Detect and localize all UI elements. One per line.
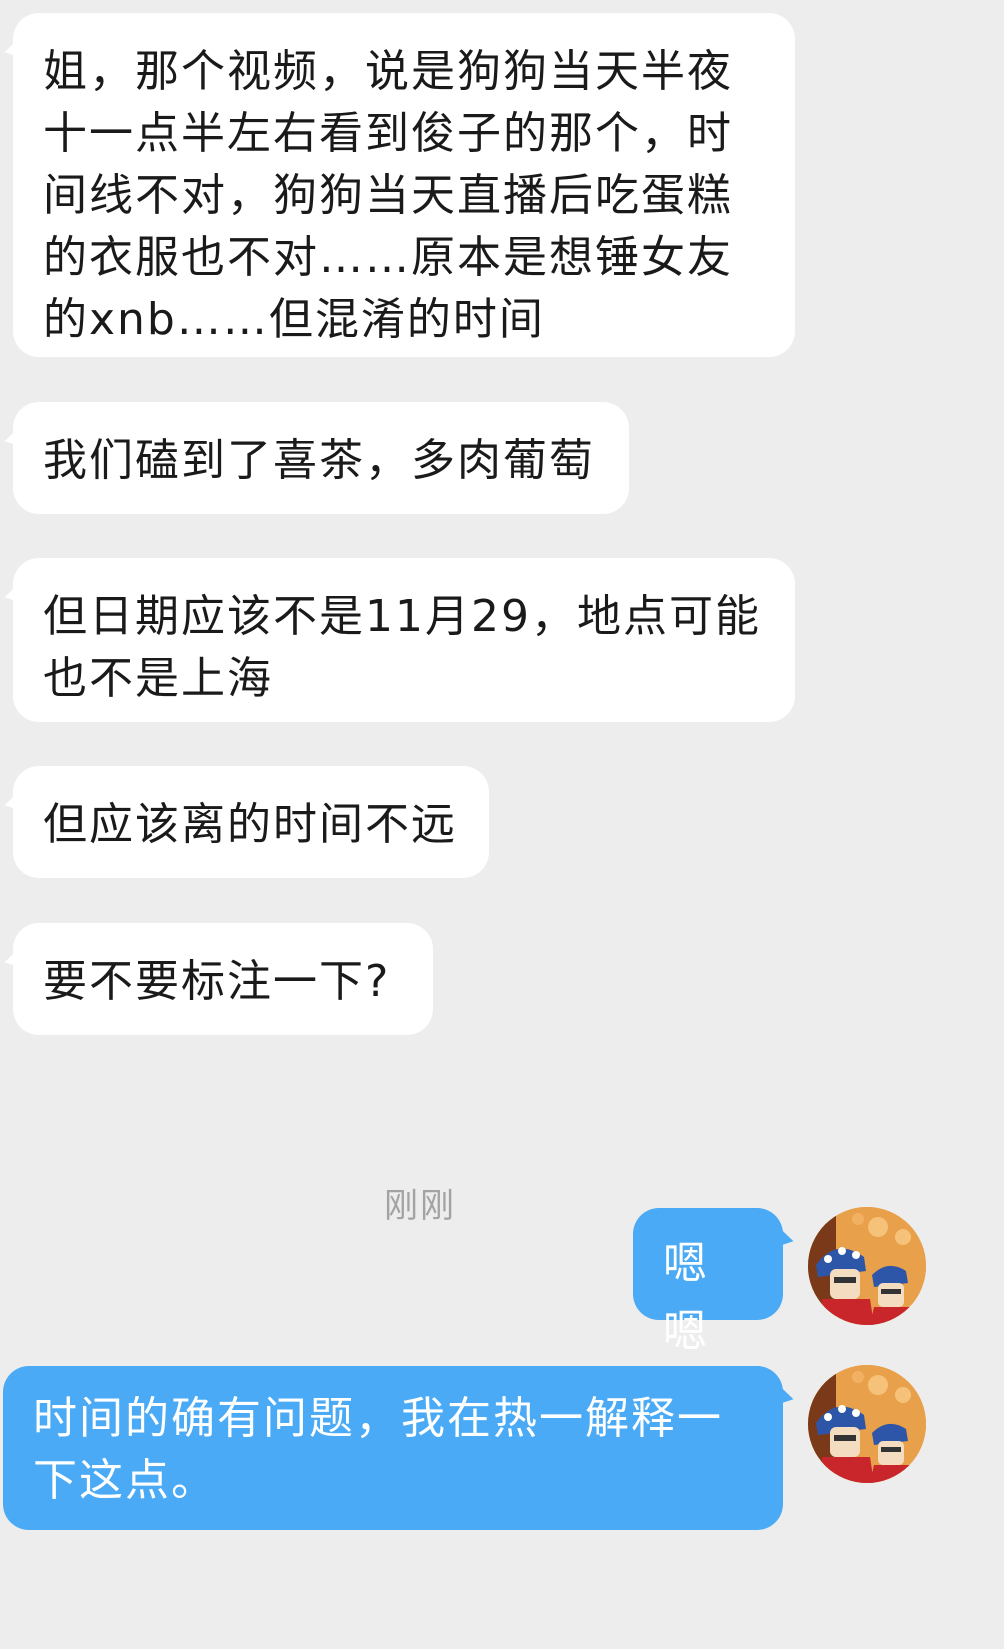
message-text: 姐，那个视频，说是狗狗当天半夜十一点半左右看到俊子的那个，时间线不对，狗狗当天直… — [43, 46, 733, 345]
message-text: 我们磕到了喜茶，多肉葡萄 — [43, 435, 595, 486]
incoming-message-4[interactable]: 但应该离的时间不远 — [13, 766, 489, 878]
cartoon-figures-avatar-icon — [808, 1207, 926, 1325]
user-avatar[interactable] — [808, 1207, 926, 1325]
incoming-message-2[interactable]: 我们磕到了喜茶，多肉葡萄 — [13, 402, 629, 514]
message-text: 但应该离的时间不远 — [43, 799, 457, 850]
incoming-message-3[interactable]: 但日期应该不是11月29，地点可能也不是上海 — [13, 558, 795, 722]
message-text: 嗯嗯 — [663, 1238, 709, 1357]
outgoing-message-2[interactable]: 时间的确有问题，我在热一解释一下这点。 — [3, 1366, 783, 1530]
incoming-message-5[interactable]: 要不要标注一下? — [13, 923, 433, 1035]
user-avatar[interactable] — [808, 1365, 926, 1483]
message-text: 但日期应该不是11月29，地点可能也不是上海 — [43, 591, 761, 704]
message-text: 时间的确有问题，我在热一解释一下这点。 — [33, 1393, 723, 1506]
outgoing-message-1[interactable]: 嗯嗯 — [633, 1208, 783, 1357]
message-text: 要不要标注一下? — [43, 956, 391, 1007]
incoming-message-1[interactable]: 姐，那个视频，说是狗狗当天半夜十一点半左右看到俊子的那个，时间线不对，狗狗当天直… — [13, 13, 795, 357]
cartoon-figures-avatar-icon — [808, 1365, 926, 1483]
